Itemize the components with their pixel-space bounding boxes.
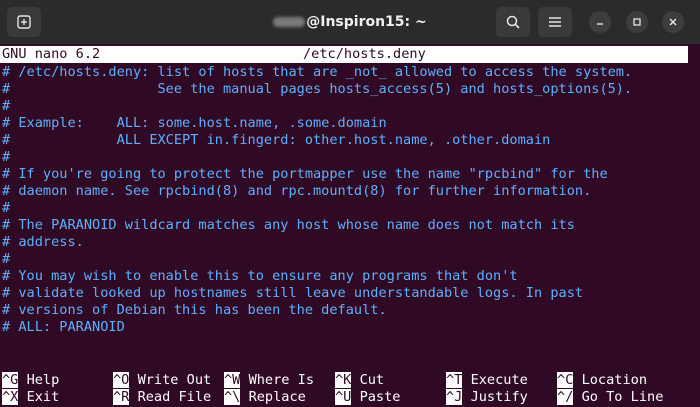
file-line: # See the manual pages hosts_access(5) a… <box>2 81 633 97</box>
shortcut-location[interactable]: ^C Location <box>557 372 647 389</box>
shortcut-label: Go To Line <box>581 389 664 405</box>
shortcut-label: Exit <box>26 389 60 405</box>
shortcut-label: Cut <box>359 372 385 388</box>
hamburger-menu-icon <box>549 17 561 27</box>
shortcut-key: ^C <box>557 372 574 388</box>
shortcut-row-1: ^G Help ^O Write Out ^W Where Is ^K Cut … <box>2 372 688 389</box>
shortcut-row-2: ^X Exit ^R Read File ^\ Replace ^U Paste… <box>2 389 688 406</box>
file-line: # address. <box>2 234 84 250</box>
file-content[interactable]: # /etc/hosts.deny: list of hosts that ar… <box>2 64 688 336</box>
shortcut-label: Help <box>26 372 60 388</box>
shortcut-go-to-line[interactable]: ^/ Go To Line <box>557 389 663 406</box>
file-line: # ALL: PARANOID <box>2 319 125 335</box>
nano-filename: /etc/hosts.deny <box>303 46 426 62</box>
file-line: # You may wish to enable this to ensure … <box>2 268 518 284</box>
menu-button[interactable] <box>538 7 572 37</box>
nano-version: GNU nano 6.2 <box>2 46 101 62</box>
shortcut-bar: ^G Help ^O Write Out ^W Where Is ^K Cut … <box>2 372 688 406</box>
window-title: @Inspiron15: ~ <box>240 0 460 44</box>
shortcut-key: ^K <box>335 372 352 388</box>
title-bar: @Inspiron15: ~ <box>0 0 700 44</box>
shortcut-justify[interactable]: ^J Justify <box>446 389 528 406</box>
file-line: # Example: ALL: some.host.name, .some.do… <box>2 115 387 131</box>
file-line: # <box>2 200 11 216</box>
shortcut-label: Location <box>581 372 648 388</box>
shortcut-help[interactable]: ^G Help <box>2 372 59 389</box>
file-line: # If you're going to protect the portmap… <box>2 166 608 182</box>
shortcut-label: Replace <box>248 389 306 405</box>
nano-header-bar: GNU nano 6.2 /etc/hosts.deny <box>0 46 688 63</box>
shortcut-key: ^R <box>113 389 130 405</box>
shortcut-key: ^O <box>113 372 130 388</box>
file-line: # <box>2 98 11 114</box>
file-line: # versions of Debian this has been the d… <box>2 302 387 318</box>
close-button[interactable] <box>662 11 684 33</box>
file-line: # ALL EXCEPT in.fingerd: other.host.name… <box>2 132 551 148</box>
minimize-button[interactable] <box>589 11 611 33</box>
shortcut-label: Execute <box>470 372 528 388</box>
minimize-icon <box>597 23 603 25</box>
window-title-text: @Inspiron15: ~ <box>306 14 427 30</box>
shortcut-cut[interactable]: ^K Cut <box>335 372 384 389</box>
shortcut-label: Where Is <box>248 372 315 388</box>
shortcut-write-out[interactable]: ^O Write Out <box>113 372 211 389</box>
shortcut-exit[interactable]: ^X Exit <box>2 389 59 406</box>
shortcut-label: Write Out <box>137 372 212 388</box>
file-line: # <box>2 149 11 165</box>
shortcut-key: ^X <box>2 389 19 405</box>
maximize-button[interactable] <box>626 11 648 33</box>
new-tab-button[interactable] <box>7 7 41 37</box>
close-icon <box>669 18 677 26</box>
file-line: # <box>2 251 11 267</box>
shortcut-key: ^G <box>2 372 19 388</box>
shortcut-key: ^W <box>224 372 241 388</box>
terminal-window: @Inspiron15: ~ GNU nano 6.2 /etc/hosts.d… <box>0 0 700 407</box>
shortcut-where-is[interactable]: ^W Where Is <box>224 372 314 389</box>
shortcut-paste[interactable]: ^U Paste <box>335 389 400 406</box>
search-button[interactable] <box>496 7 530 37</box>
shortcut-key: ^/ <box>557 389 574 405</box>
redacted-username <box>273 17 306 27</box>
file-line: # validate looked up hostnames still lea… <box>2 285 584 301</box>
shortcut-label: Read File <box>137 389 212 405</box>
terminal-body[interactable]: GNU nano 6.2 /etc/hosts.deny # /etc/host… <box>0 44 700 407</box>
shortcut-label: Paste <box>359 389 401 405</box>
new-tab-icon <box>17 15 31 29</box>
shortcut-key: ^T <box>446 372 463 388</box>
shortcut-execute[interactable]: ^T Execute <box>446 372 528 389</box>
shortcut-key: ^U <box>335 389 352 405</box>
shortcut-replace[interactable]: ^\ Replace <box>224 389 306 406</box>
shortcut-key: ^J <box>446 389 463 405</box>
maximize-icon <box>633 18 641 26</box>
shortcut-read-file[interactable]: ^R Read File <box>113 389 211 406</box>
shortcut-label: Justify <box>470 389 528 405</box>
file-line: # daemon name. See rpcbind(8) and rpc.mo… <box>2 183 592 199</box>
shortcut-key: ^\ <box>224 389 241 405</box>
file-line: # The PARANOID wildcard matches any host… <box>2 217 575 233</box>
search-icon <box>506 15 520 29</box>
file-line: # /etc/hosts.deny: list of hosts that ar… <box>2 64 633 80</box>
